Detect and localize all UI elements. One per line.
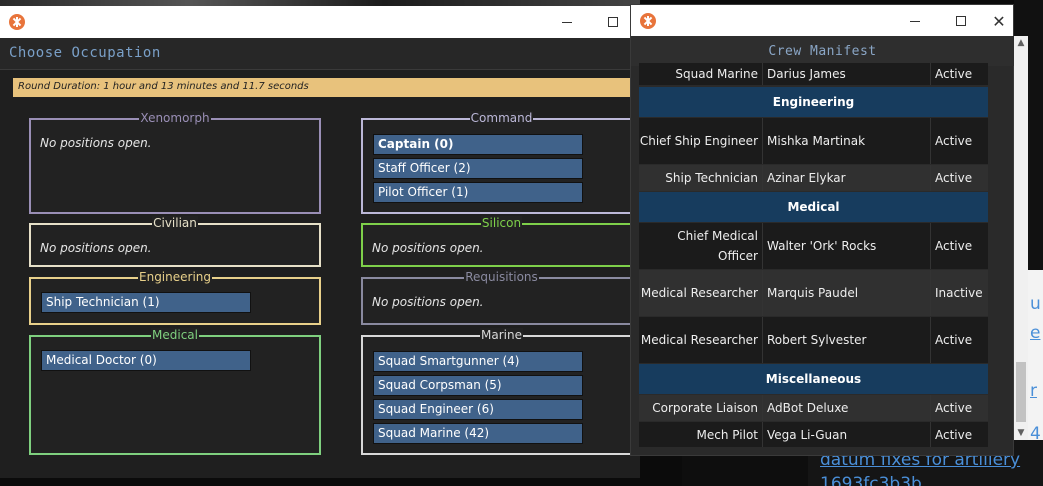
- scroll-up-arrow-icon[interactable]: ▲: [1014, 36, 1028, 50]
- background-strip: [682, 455, 808, 486]
- no-positions-text: No positions open.: [372, 241, 484, 255]
- status-cell: Active: [930, 422, 988, 447]
- crew-manifest-title: Crew Manifest: [631, 36, 1014, 66]
- close-icon: ✕: [992, 11, 1006, 31]
- bg-letter: e: [1030, 323, 1041, 343]
- status-cell: Active: [930, 223, 988, 269]
- name-cell: AdBot Deluxe: [762, 395, 930, 421]
- job-squad-marine-button[interactable]: Squad Marine (42): [373, 423, 583, 444]
- crew-manifest-window: ✕ Crew Manifest Squad Marine Darius Jame…: [630, 4, 1014, 456]
- status-cell: Active: [930, 165, 988, 191]
- department-silicon: Silicon No positions open.: [361, 216, 640, 267]
- bg-letter: u: [1030, 294, 1041, 314]
- maximize-icon: [608, 17, 618, 27]
- status-cell: Active: [930, 317, 988, 363]
- rank-cell: Squad Marine: [639, 63, 762, 85]
- name-cell: Darius James: [762, 63, 930, 85]
- department-command: Command Captain (0) Staff Officer (2) Pi…: [361, 111, 640, 214]
- name-cell: Walter 'Ork' Rocks: [762, 223, 930, 269]
- section-header-engineering: Engineering: [639, 87, 988, 117]
- department-xenomorph: Xenomorph No positions open.: [29, 111, 321, 214]
- table-row: Chief Ship Engineer Mishka Martinak Acti…: [639, 118, 988, 164]
- status-cell: Inactive: [930, 270, 988, 316]
- page-title: Choose Occupation: [0, 38, 640, 70]
- rank-cell: Corporate Liaison: [639, 395, 762, 421]
- job-squad-engineer-button[interactable]: Squad Engineer (6): [373, 399, 583, 420]
- table-row: Squad Marine Darius James Active: [639, 63, 988, 85]
- round-duration-bar: Round Duration: 1 hour and 13 minutes an…: [13, 78, 640, 97]
- background-letters: u e r 4: [1030, 290, 1043, 450]
- maximize-button[interactable]: [938, 5, 984, 37]
- minimize-button[interactable]: [544, 6, 590, 38]
- department-medical: Medical Medical Doctor (0): [29, 328, 321, 455]
- rank-cell: Chief Ship Engineer: [639, 118, 762, 164]
- job-pilot-officer-button[interactable]: Pilot Officer (1): [373, 182, 583, 203]
- background-commit-hash[interactable]: 1693fc3b3b: [820, 474, 1043, 486]
- minimize-icon: [910, 20, 920, 22]
- section-header-miscellaneous: Miscellaneous: [639, 364, 988, 394]
- job-squad-smartgunner-button[interactable]: Squad Smartgunner (4): [373, 351, 583, 372]
- minimize-button[interactable]: [892, 5, 938, 37]
- rank-cell: Medical Researcher: [639, 317, 762, 363]
- no-positions-text: No positions open.: [40, 136, 152, 150]
- job-staff-officer-button[interactable]: Staff Officer (2): [373, 158, 583, 179]
- department-marine: Marine Squad Smartgunner (4) Squad Corps…: [361, 328, 640, 455]
- section-header-medical: Medical: [639, 192, 988, 222]
- no-positions-text: No positions open.: [40, 241, 152, 255]
- status-cell: Active: [930, 118, 988, 164]
- scroll-down-arrow-icon[interactable]: ▼: [1014, 426, 1028, 440]
- department-civilian: Civilian No positions open.: [29, 216, 321, 267]
- crew-scrollbar[interactable]: ▲ ▼: [1014, 36, 1028, 440]
- status-cell: Active: [930, 63, 988, 85]
- minimize-icon: [562, 21, 572, 23]
- name-cell: Azinar Elykar: [762, 165, 930, 191]
- crew-titlebar[interactable]: ✕: [631, 5, 1013, 37]
- maximize-icon: [956, 16, 966, 26]
- rank-cell: Mech Pilot: [639, 422, 762, 447]
- job-captain-button[interactable]: Captain (0): [373, 134, 583, 155]
- no-positions-text: No positions open.: [372, 295, 484, 309]
- table-row: Medical Researcher Marquis Paudel Inacti…: [639, 270, 988, 316]
- table-row: Corporate Liaison AdBot Deluxe Active: [639, 395, 988, 421]
- name-cell: Robert Sylvester: [762, 317, 930, 363]
- rank-cell: Ship Technician: [639, 165, 762, 191]
- table-row: Mech Pilot Vega Li-Guan Active: [639, 422, 988, 447]
- rank-cell: Chief Medical Officer: [639, 223, 762, 269]
- status-cell: Active: [930, 395, 988, 421]
- game-app-icon: [9, 14, 25, 30]
- job-squad-corpsman-button[interactable]: Squad Corpsman (5): [373, 375, 583, 396]
- department-engineering: Engineering Ship Technician (1): [29, 270, 321, 325]
- crew-manifest-table[interactable]: Squad Marine Darius James Active Enginee…: [639, 63, 988, 447]
- table-row: Chief Medical Officer Walter 'Ork' Rocks…: [639, 223, 988, 269]
- name-cell: Mishka Martinak: [762, 118, 930, 164]
- close-button[interactable]: ✕: [984, 5, 1014, 37]
- table-row: Ship Technician Azinar Elykar Active: [639, 165, 988, 191]
- scroll-thumb[interactable]: [1016, 362, 1026, 422]
- name-cell: Marquis Paudel: [762, 270, 930, 316]
- job-ship-technician-button[interactable]: Ship Technician (1): [41, 292, 251, 313]
- name-cell: Vega Li-Guan: [762, 422, 930, 447]
- rank-cell: Medical Researcher: [639, 270, 762, 316]
- table-row: Medical Researcher Robert Sylvester Acti…: [639, 317, 988, 363]
- occupation-titlebar[interactable]: [0, 6, 640, 38]
- game-app-icon: [640, 13, 656, 29]
- bg-letter: r: [1030, 381, 1037, 401]
- job-medical-doctor-button[interactable]: Medical Doctor (0): [41, 350, 251, 371]
- department-requisitions: Requisitions No positions open.: [361, 270, 640, 325]
